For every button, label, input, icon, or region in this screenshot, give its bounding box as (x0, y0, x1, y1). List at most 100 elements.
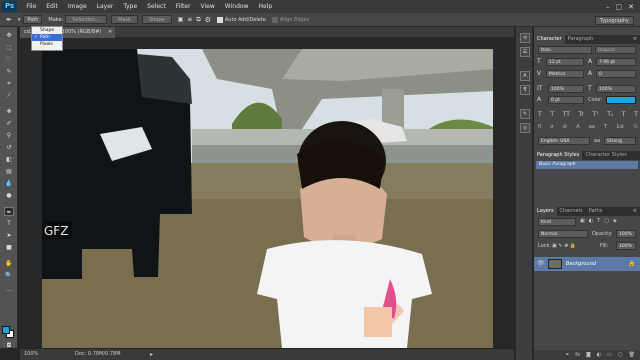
layers-menu-icon[interactable]: ≡ (630, 207, 640, 216)
swash-button[interactable]: A (576, 124, 579, 132)
character-panel-icon[interactable]: A (520, 71, 530, 81)
baseline-shift-field[interactable]: 0 pt (548, 96, 584, 104)
menu-select[interactable]: Select (142, 3, 171, 10)
path-operations-icon[interactable]: ▣ (178, 16, 184, 23)
make-mask-button[interactable]: Mask (111, 15, 138, 24)
menu-type[interactable]: Type (118, 3, 142, 10)
menu-help[interactable]: Help (253, 3, 277, 10)
foreground-color-swatch[interactable] (2, 326, 10, 334)
underline-button[interactable]: T (622, 111, 626, 119)
history-panel-icon[interactable]: ⟲ (520, 33, 530, 43)
tab-character[interactable]: Character (534, 35, 565, 44)
kerning-field[interactable]: Metrics (546, 70, 584, 78)
fill-field[interactable]: 100% (616, 242, 636, 250)
zoom-tool-icon[interactable]: 🔍 (4, 271, 14, 280)
language-select[interactable]: English: USA (538, 137, 590, 145)
tab-layers[interactable]: Layers (534, 207, 557, 216)
quick-mask-icon[interactable]: ◘ (4, 341, 14, 350)
brush-panel-icon[interactable]: ✎ (520, 109, 530, 119)
filter-adjustment-icon[interactable]: ◐ (589, 218, 593, 226)
eraser-tool-icon[interactable]: ◧ (4, 155, 14, 164)
tab-paragraph-styles[interactable]: Paragraph Styles (534, 151, 583, 160)
filter-pixel-icon[interactable]: ▣ (580, 218, 585, 226)
panel-menu-icon[interactable]: ≡ (630, 35, 640, 44)
close-window-button[interactable]: ✕ (628, 3, 634, 11)
visibility-eye-icon[interactable]: 👁 (537, 260, 545, 267)
menu-view[interactable]: View (196, 3, 220, 10)
subscript-button[interactable]: T₁ (607, 111, 613, 119)
tab-paragraph[interactable]: Paragraph (565, 35, 597, 44)
menu-layer[interactable]: Layer (92, 3, 119, 10)
close-icon[interactable]: ✕ (108, 27, 112, 38)
ligatures-button[interactable]: fi (538, 124, 541, 132)
font-family-select[interactable]: Italo (538, 46, 592, 54)
layer-name[interactable]: Background (566, 261, 596, 267)
brush-tool-icon[interactable]: ✐ (4, 119, 14, 128)
superscript-button[interactable]: T¹ (592, 111, 598, 119)
tab-paths[interactable]: Paths (586, 207, 606, 216)
clone-source-panel-icon[interactable]: ◎ (520, 123, 530, 133)
filter-smart-icon[interactable]: ◈ (613, 218, 617, 226)
opacity-field[interactable]: 100% (616, 230, 636, 238)
paragraph-panel-icon[interactable]: ¶ (520, 85, 530, 95)
filter-type-icon[interactable]: T (597, 218, 600, 226)
font-style-select[interactable]: Regular (595, 46, 636, 54)
ordinals-button[interactable]: 1st (616, 124, 624, 132)
eyedropper-tool-icon[interactable]: ⁄ (4, 91, 14, 100)
dodge-tool-icon[interactable]: ● (4, 191, 14, 200)
move-tool-icon[interactable]: ✥ (4, 31, 14, 40)
new-group-icon[interactable]: ▭ (607, 350, 612, 360)
blur-tool-icon[interactable]: 💧 (4, 179, 14, 188)
link-layers-icon[interactable]: ⚭ (565, 350, 569, 360)
leading-field[interactable]: 7.96 pt (596, 58, 636, 66)
document-canvas-image[interactable]: GFZ (42, 49, 493, 348)
path-alignment-icon[interactable]: ≡ (187, 16, 192, 23)
pen-tool-icon[interactable]: ✒ (4, 207, 14, 216)
stylistic-alt-button[interactable]: st (563, 124, 568, 132)
crop-tool-icon[interactable]: ⌗ (4, 79, 14, 88)
tab-channels[interactable]: Channels (557, 207, 586, 216)
menu-edit[interactable]: Edit (41, 3, 63, 10)
healing-brush-icon[interactable]: ✚ (4, 107, 14, 116)
lock-icons[interactable]: ▣ ✎ ✥ 🔒 (552, 243, 576, 249)
status-menu-arrow-icon[interactable]: ▸ (150, 349, 153, 360)
rectangle-tool-icon[interactable]: ■ (4, 243, 14, 252)
ornaments-button[interactable]: T (604, 124, 607, 132)
layer-style-icon[interactable]: fx (575, 350, 580, 360)
zoom-level[interactable]: 100% (24, 349, 38, 360)
strikethrough-button[interactable]: T (634, 111, 638, 119)
properties-panel-icon[interactable]: ☰ (520, 47, 530, 57)
layer-row-background[interactable]: 👁 Background 🔒 (534, 257, 640, 271)
adjustment-layer-icon[interactable]: ◐ (597, 350, 601, 360)
small-caps-button[interactable]: Tr (579, 111, 584, 119)
font-size-field[interactable]: 12 pt (546, 58, 584, 66)
more-tools-icon[interactable]: … (4, 285, 14, 294)
quick-select-tool-icon[interactable]: ✎ (4, 67, 14, 76)
blend-mode-select[interactable]: Normal (538, 230, 588, 238)
titling-button[interactable]: aa (589, 124, 595, 132)
marquee-tool-icon[interactable]: ⬚ (4, 43, 14, 52)
faux-italic-button[interactable]: T (550, 111, 554, 119)
tracking-field[interactable]: 0 (596, 70, 636, 78)
add-mask-icon[interactable]: ◙ (586, 350, 591, 360)
lasso-tool-icon[interactable]: ➰ (4, 55, 14, 64)
tool-mode-select[interactable]: Path (23, 15, 43, 24)
path-arrangement-icon[interactable]: ⧉ (196, 16, 200, 24)
delete-layer-icon[interactable]: 🗑 (629, 350, 635, 360)
menu-image[interactable]: Image (63, 3, 92, 10)
discretionary-ligatures-button[interactable]: σ (550, 124, 553, 132)
new-layer-icon[interactable]: ▢ (618, 350, 623, 360)
gradient-tool-icon[interactable]: ▤ (4, 167, 14, 176)
horizontal-scale-field[interactable]: 100% (596, 85, 636, 93)
dropdown-option-path[interactable]: Path (32, 34, 62, 41)
menu-file[interactable]: File (21, 3, 41, 10)
pen-tool-preset-icon[interactable]: ✒ (6, 16, 12, 24)
faux-bold-button[interactable]: T (538, 111, 542, 119)
align-edges-checkbox[interactable] (271, 16, 278, 23)
antialias-select[interactable]: Strong (604, 137, 636, 145)
minimize-button[interactable]: – (606, 3, 610, 11)
path-selection-icon[interactable]: ➤ (4, 231, 14, 240)
type-tool-icon[interactable]: T (4, 219, 14, 228)
clone-stamp-icon[interactable]: ⚲ (4, 131, 14, 140)
text-color-swatch[interactable] (606, 96, 636, 104)
